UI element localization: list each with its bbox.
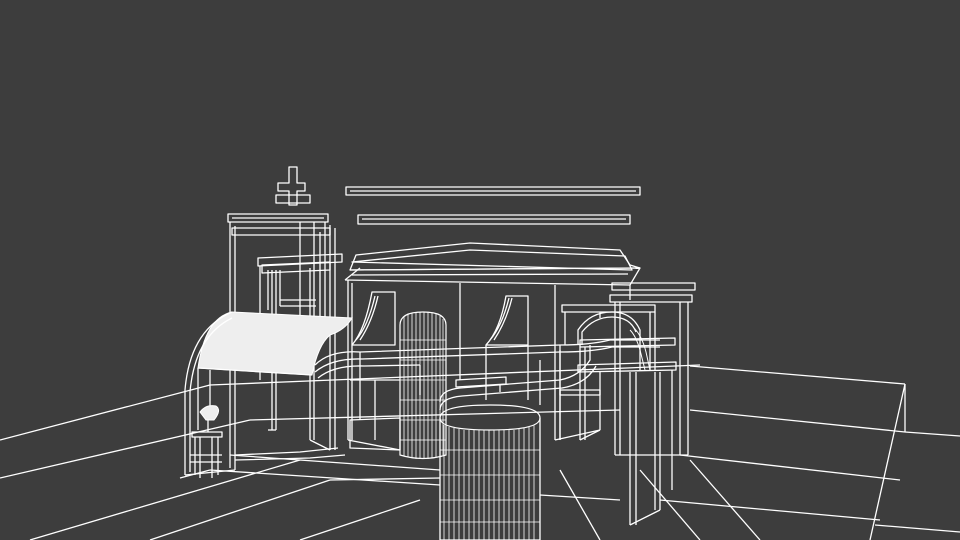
floating-roof-slab-middle — [357, 214, 631, 225]
floating-roof-slab-top — [345, 186, 641, 196]
right-structure — [559, 282, 696, 526]
front-cylinder — [439, 404, 541, 540]
stool-figure — [190, 405, 223, 478]
ground-grid — [0, 364, 960, 540]
curved-walkway — [314, 339, 660, 440]
central-cylinder — [399, 311, 447, 460]
wireframe-scene — [0, 166, 960, 540]
wireframe-3d-viewport[interactable] — [0, 0, 960, 540]
left-tower — [227, 166, 343, 451]
left-canopy — [197, 311, 353, 376]
